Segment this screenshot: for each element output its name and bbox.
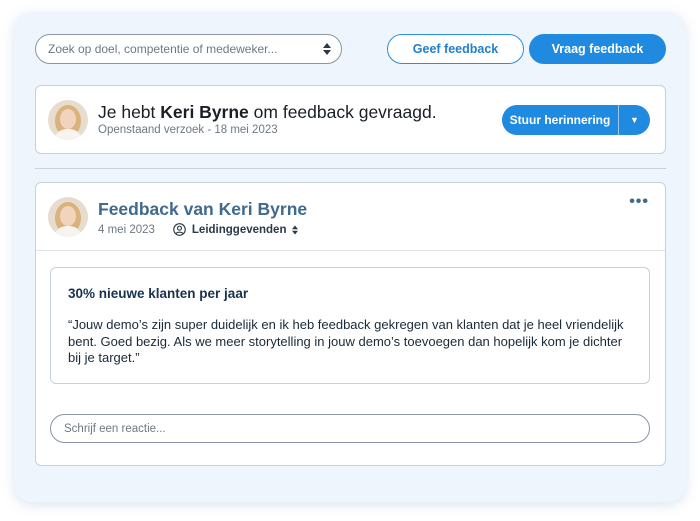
ask-feedback-button[interactable]: Vraag feedback [529, 34, 666, 64]
audience-selector[interactable]: Leidinggevenden [173, 223, 299, 236]
give-feedback-button[interactable]: Geef feedback [387, 34, 524, 64]
person-icon [173, 223, 186, 236]
avatar [48, 100, 88, 140]
section-divider [35, 168, 666, 169]
audience-label: Leidinggevenden [191, 223, 287, 236]
sort-icon [292, 225, 299, 234]
caret-down-icon[interactable]: ▼ [619, 115, 650, 125]
send-reminder-button[interactable]: Stuur herinnering ▼ [502, 105, 650, 135]
card-divider [36, 250, 665, 251]
search-placeholder: Zoek op doel, competentie of medeweker..… [48, 42, 278, 56]
send-reminder-label: Stuur herinnering [509, 113, 611, 127]
goal-title: 30% nieuwe klanten per jaar [68, 286, 249, 301]
goal-feedback-box: 30% nieuwe klanten per jaar “Jouw demo’s… [50, 267, 650, 384]
search-input[interactable]: Zoek op doel, competentie of medeweker..… [35, 34, 342, 64]
comment-placeholder: Schrijf een reactie... [64, 422, 166, 435]
feedback-meta: 4 mei 2023 Leidinggevenden [98, 223, 299, 236]
comment-input[interactable]: Schrijf een reactie... [50, 414, 650, 443]
pending-request-card: Je hebt Keri Byrne om feedback gevraagd.… [35, 85, 666, 154]
feedback-date: 4 mei 2023 [98, 223, 155, 236]
sort-icon [323, 43, 331, 55]
request-title: Je hebt Keri Byrne om feedback gevraagd. [98, 102, 437, 122]
more-icon[interactable]: ••• [629, 193, 649, 211]
feedback-text: “Jouw demo’s zijn super duidelijk en ik … [68, 317, 624, 365]
feedback-panel: Zoek op doel, competentie of medeweker..… [14, 12, 686, 502]
feedback-card: Feedback van Keri Byrne 4 mei 2023 Leidi… [35, 182, 666, 466]
feedback-title: Feedback van Keri Byrne [98, 199, 308, 219]
avatar [48, 197, 88, 237]
request-name: Keri Byrne [160, 102, 249, 122]
request-subtitle: Openstaand verzoek - 18 mei 2023 [98, 124, 278, 136]
